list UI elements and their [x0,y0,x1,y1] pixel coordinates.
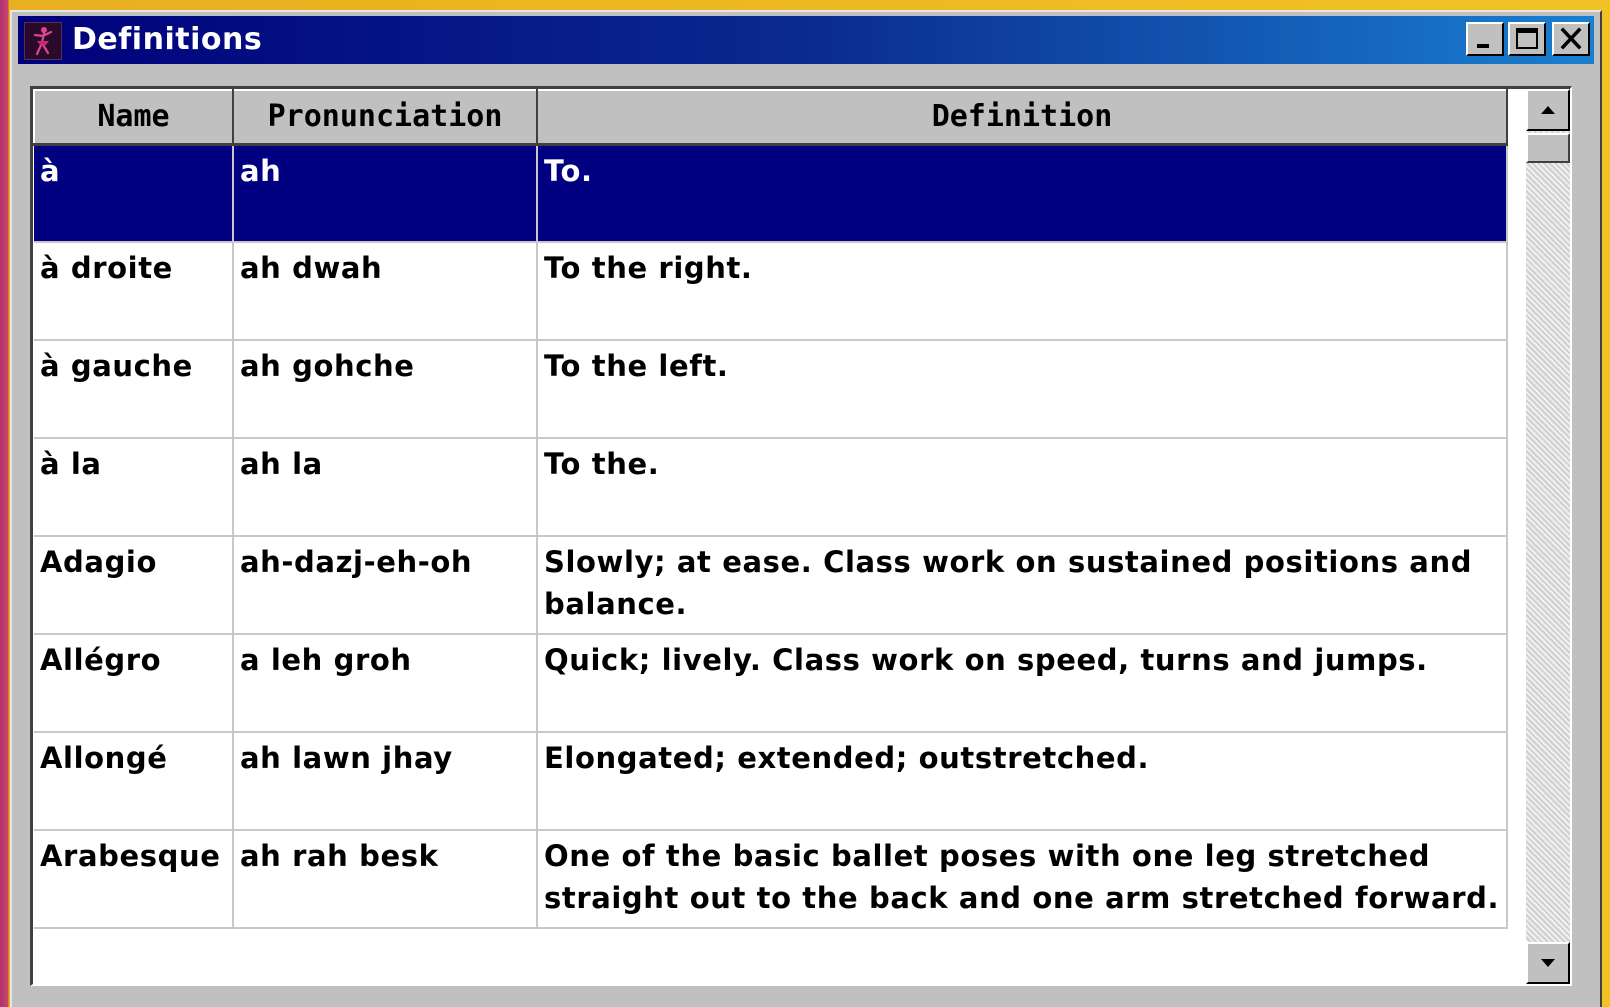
pronunciation-cell[interactable]: ah rah besk [233,830,538,929]
name-cell[interactable]: à la [34,438,234,537]
pronunciation-cell[interactable]: ah gohche [233,340,538,439]
definition-cell[interactable]: To the. [537,438,1508,537]
table-row[interactable]: à gauche ah gohche To the left. [34,340,1508,439]
definition-cell[interactable]: Slowly; at ease. Class work on sustained… [537,536,1508,635]
name-cell[interactable]: à droite [34,242,234,341]
header-row: Name Pronunciation Definition [33,89,1508,146]
table-row[interactable]: Arabesque ah rah besk One of the basic b… [34,830,1508,929]
definition-cell[interactable]: Quick; lively. Class work on speed, turn… [537,634,1508,733]
minimize-button[interactable] [1466,22,1504,56]
definitions-window: Definitions Name Pronunciation Definitio… [10,10,1602,1007]
pronunciation-cell[interactable]: ah lawn jhay [233,732,538,831]
arrow-up-icon [1541,106,1555,114]
close-button[interactable] [1552,22,1590,56]
definition-cell[interactable]: To the right. [537,242,1508,341]
table-row[interactable]: Allégro a leh groh Quick; lively. Class … [34,634,1508,733]
name-cell[interactable]: à gauche [34,340,234,439]
definitions-table: Name Pronunciation Definition à ah To. à… [33,89,1508,929]
name-cell[interactable]: Adagio [34,536,234,635]
pronunciation-cell[interactable]: a leh groh [233,634,538,733]
maximize-button[interactable] [1508,22,1546,56]
definition-cell[interactable]: To. [537,144,1508,243]
pronunciation-cell[interactable]: ah la [233,438,538,537]
definition-cell[interactable]: To the left. [537,340,1508,439]
table-row[interactable]: Adagio ah-dazj-eh-oh Slowly; at ease. Cl… [34,536,1508,635]
table-row[interactable]: à ah To. [34,144,1508,243]
ballet-dancer-icon[interactable] [24,22,62,60]
column-header-pronunciation[interactable]: Pronunciation [232,89,538,146]
maximize-icon [1516,28,1538,49]
definitions-grid[interactable]: Name Pronunciation Definition à ah To. à… [30,86,1572,986]
arrow-down-icon [1541,959,1555,967]
window-title: Definitions [72,22,263,57]
definition-cell[interactable]: One of the basic ballet poses with one l… [537,830,1508,929]
table-row[interactable]: à droite ah dwah To the right. [34,242,1508,341]
pronunciation-cell[interactable]: ah [233,144,538,243]
pronunciation-cell[interactable]: ah dwah [233,242,538,341]
name-cell[interactable]: à [34,144,234,243]
scroll-up-button[interactable] [1526,89,1570,131]
name-cell[interactable]: Arabesque [34,830,234,929]
scroll-down-button[interactable] [1526,942,1570,984]
name-cell[interactable]: Allongé [34,732,234,831]
table-row[interactable]: à la ah la To the. [34,438,1508,537]
table-row[interactable]: Allongé ah lawn jhay Elongated; extended… [34,732,1508,831]
scroll-thumb[interactable] [1526,133,1570,163]
column-header-definition[interactable]: Definition [536,89,1508,146]
definition-cell[interactable]: Elongated; extended; outstretched. [537,732,1508,831]
column-header-name[interactable]: Name [33,89,234,146]
minimize-icon [1477,44,1489,48]
pronunciation-cell[interactable]: ah-dazj-eh-oh [233,536,538,635]
vertical-scrollbar[interactable] [1526,89,1570,984]
name-cell[interactable]: Allégro [34,634,234,733]
title-bar[interactable]: Definitions [18,16,1594,64]
close-icon [1560,27,1582,50]
